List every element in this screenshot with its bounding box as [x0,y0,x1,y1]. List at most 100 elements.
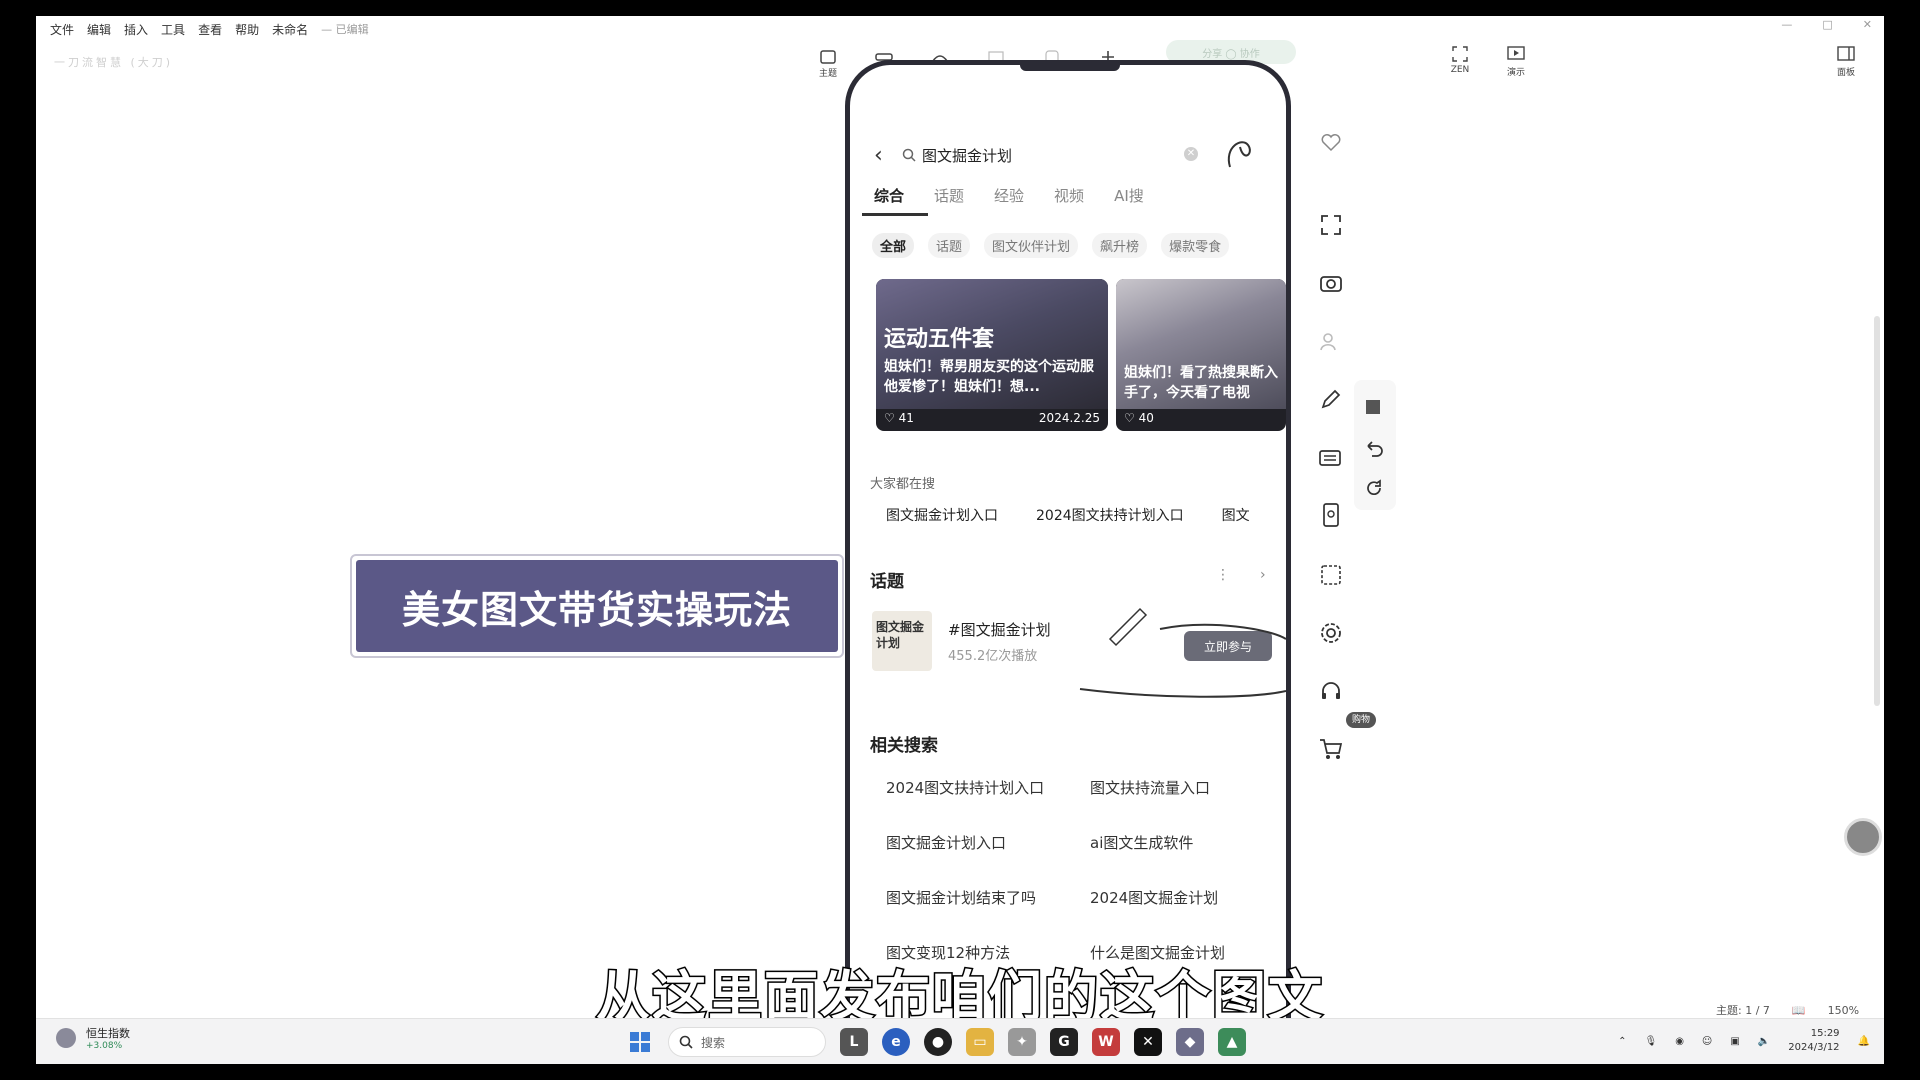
folder-icon[interactable]: ▭ [966,1028,994,1056]
theme-button[interactable]: 主题 [811,48,845,79]
clock[interactable]: 15:29 2024/3/12 [1788,1027,1839,1055]
camera-icon[interactable] [1316,268,1346,298]
browser-icon[interactable]: e [882,1028,910,1056]
card-headline: 运动五件套 [884,326,995,352]
hot-search-item[interactable]: 图文掘金计划入口 [886,505,998,525]
stock-widget[interactable]: 恒生指数 +3.08% [54,1025,130,1051]
settings-icon[interactable] [1316,618,1346,648]
phone-notch [1020,65,1120,71]
notification-icon[interactable]: 🔔 [1858,1036,1870,1047]
topic-plays: 455.2亿次播放 [948,649,1038,664]
maximize-button[interactable]: □ [1822,18,1832,31]
card-meta: ♡ 41 2024.2.25 [884,411,1100,425]
headset-icon[interactable] [1316,676,1346,706]
clear-icon[interactable]: ✕ [1184,147,1198,161]
result-card[interactable]: 运动五件套 姐妹们！帮男朋友买的这个运动服他爱惨了！姐妹们！想... ♡ 41 … [876,279,1108,431]
menu-view[interactable]: 查看 [198,21,222,38]
chip-partner-plan[interactable]: 图文伙伴计划 [984,233,1079,258]
tab-ai-search[interactable]: AI搜 [1114,185,1144,206]
voice-button[interactable] [1844,818,1882,856]
chip-rising[interactable]: 飙升榜 [1092,233,1148,258]
related-item[interactable]: 图文掘金计划结束了吗 [886,887,1090,908]
location-icon[interactable]: ◉ [1675,1036,1684,1047]
zen-button[interactable]: ZEN [1442,46,1478,75]
related-item[interactable]: 2024图文扶持计划入口 [886,777,1090,798]
related-item[interactable]: 2024图文掘金计划 [1090,887,1270,908]
cart-icon[interactable] [1316,734,1346,764]
panel-button[interactable]: 面板 [1828,46,1864,78]
card-likes: ♡ 41 [884,411,914,425]
app-icon[interactable]: ✦ [1008,1028,1036,1056]
refresh-icon[interactable] [1364,478,1384,498]
menu-insert[interactable]: 插入 [124,21,148,38]
theme-icon [818,48,838,66]
related-item[interactable]: 图文掘金计划入口 [886,832,1090,853]
chip-snacks[interactable]: 爆款零食 [1161,233,1230,258]
close-button[interactable]: ✕ [1863,18,1872,31]
start-icon[interactable] [626,1028,654,1056]
chevron-up-icon[interactable]: ⌃ [1618,1036,1626,1047]
app-icon[interactable]: ▲ [1218,1028,1246,1056]
app-icon[interactable]: ◆ [1176,1028,1204,1056]
menu-help[interactable]: 帮助 [235,21,259,38]
topic-more-icon[interactable]: ⋮› [1216,567,1286,583]
search-input[interactable]: 图文掘金计划 [922,145,1012,166]
phone-shot-icon[interactable] [1316,500,1346,530]
network-icon[interactable]: ▣ [1730,1036,1739,1047]
fullscreen-icon[interactable] [1316,210,1346,240]
vertical-scrollbar[interactable] [1874,316,1880,706]
tab-experience[interactable]: 经验 [994,185,1024,206]
topic-name[interactable]: #图文掘金计划 [948,619,1051,640]
color-swatch-icon[interactable] [1364,398,1384,418]
present-button[interactable]: 演示 [1498,46,1534,78]
chip-topics[interactable]: 话题 [928,233,971,258]
menu-file[interactable]: 文件 [50,21,74,38]
annotation-scribble-icon [1222,137,1256,171]
hot-search-item[interactable]: 图文 [1222,505,1250,525]
wechat-icon[interactable]: ☺ [1702,1036,1712,1047]
chrome-icon[interactable]: ● [924,1028,952,1056]
tab-video[interactable]: 视频 [1054,185,1084,206]
pen-icon[interactable] [1316,384,1346,414]
app-icon[interactable]: G [1050,1028,1078,1056]
document-name[interactable]: 未命名 [272,21,308,38]
phone-screen: ‹ 图文掘金计划 ✕ 综合 话题 经验 视频 AI搜 全部 话题 图文伙伴计划 … [845,60,1291,1064]
menu-tools[interactable]: 工具 [161,21,185,38]
hot-search-item[interactable]: 2024图文扶持计划入口 [1036,505,1184,525]
menubar: 文件 编辑 插入 工具 查看 帮助 未命名 — 已编辑 [50,18,369,40]
heart-icon[interactable] [1316,128,1346,158]
card-meta: ♡ 40 [1124,411,1278,425]
volume-icon[interactable]: 🔈 [1758,1036,1770,1047]
menu-edit[interactable]: 编辑 [87,21,111,38]
back-arrow-icon[interactable]: ‹ [874,143,883,168]
capcut-icon[interactable]: ✕ [1134,1028,1162,1056]
taskbar-search-placeholder: 搜索 [701,1035,726,1050]
clock-date: 2024/3/12 [1788,1042,1840,1053]
mic-icon[interactable]: 🎙 [1644,1036,1657,1047]
wps-icon[interactable]: W [1092,1028,1120,1056]
tab-topics[interactable]: 话题 [934,185,964,206]
app-icon[interactable]: L [840,1028,868,1056]
people-icon[interactable] [1316,326,1346,356]
result-tabs: 综合 话题 经验 视频 AI搜 [861,185,1144,216]
filter-chips: 全部 话题 图文伙伴计划 飙升榜 爆款零食 [872,233,1230,258]
tab-all[interactable]: 综合 [861,185,929,216]
hot-searches: 图文掘金计划入口 2024图文扶持计划入口 图文 [886,505,1250,525]
minimize-button[interactable]: — [1781,18,1792,31]
related-item[interactable]: 图文扶持流量入口 [1090,777,1270,798]
app-window: 文件 编辑 插入 工具 查看 帮助 未命名 — 已编辑 一刀流智慧 (大刀) —… [36,16,1884,1064]
present-icon [1507,46,1525,65]
taskbar-search[interactable]: 搜索 [668,1027,826,1057]
topic-thumbnail[interactable]: 图文掘金计划 [872,611,932,671]
undo-icon[interactable] [1364,438,1384,458]
taskbar-apps: 搜索 L e ● ▭ ✦ G W ✕ ◆ ▲ [626,1027,1246,1057]
secondary-tools [1354,380,1396,510]
result-card[interactable]: 姐妹们！看了热搜果断入手了，今天看了电视 ♡ 40 [1116,279,1286,431]
chip-all[interactable]: 全部 [872,233,915,258]
title-card-text: 美女图文带货实操玩法 [356,560,838,652]
related-item[interactable]: ai图文生成软件 [1090,832,1270,853]
card-date: 2024.2.25 [1038,411,1100,425]
select-icon[interactable] [1316,560,1346,590]
keyboard-icon[interactable] [1316,442,1346,472]
title-card[interactable]: 美女图文带货实操玩法 [350,554,844,658]
